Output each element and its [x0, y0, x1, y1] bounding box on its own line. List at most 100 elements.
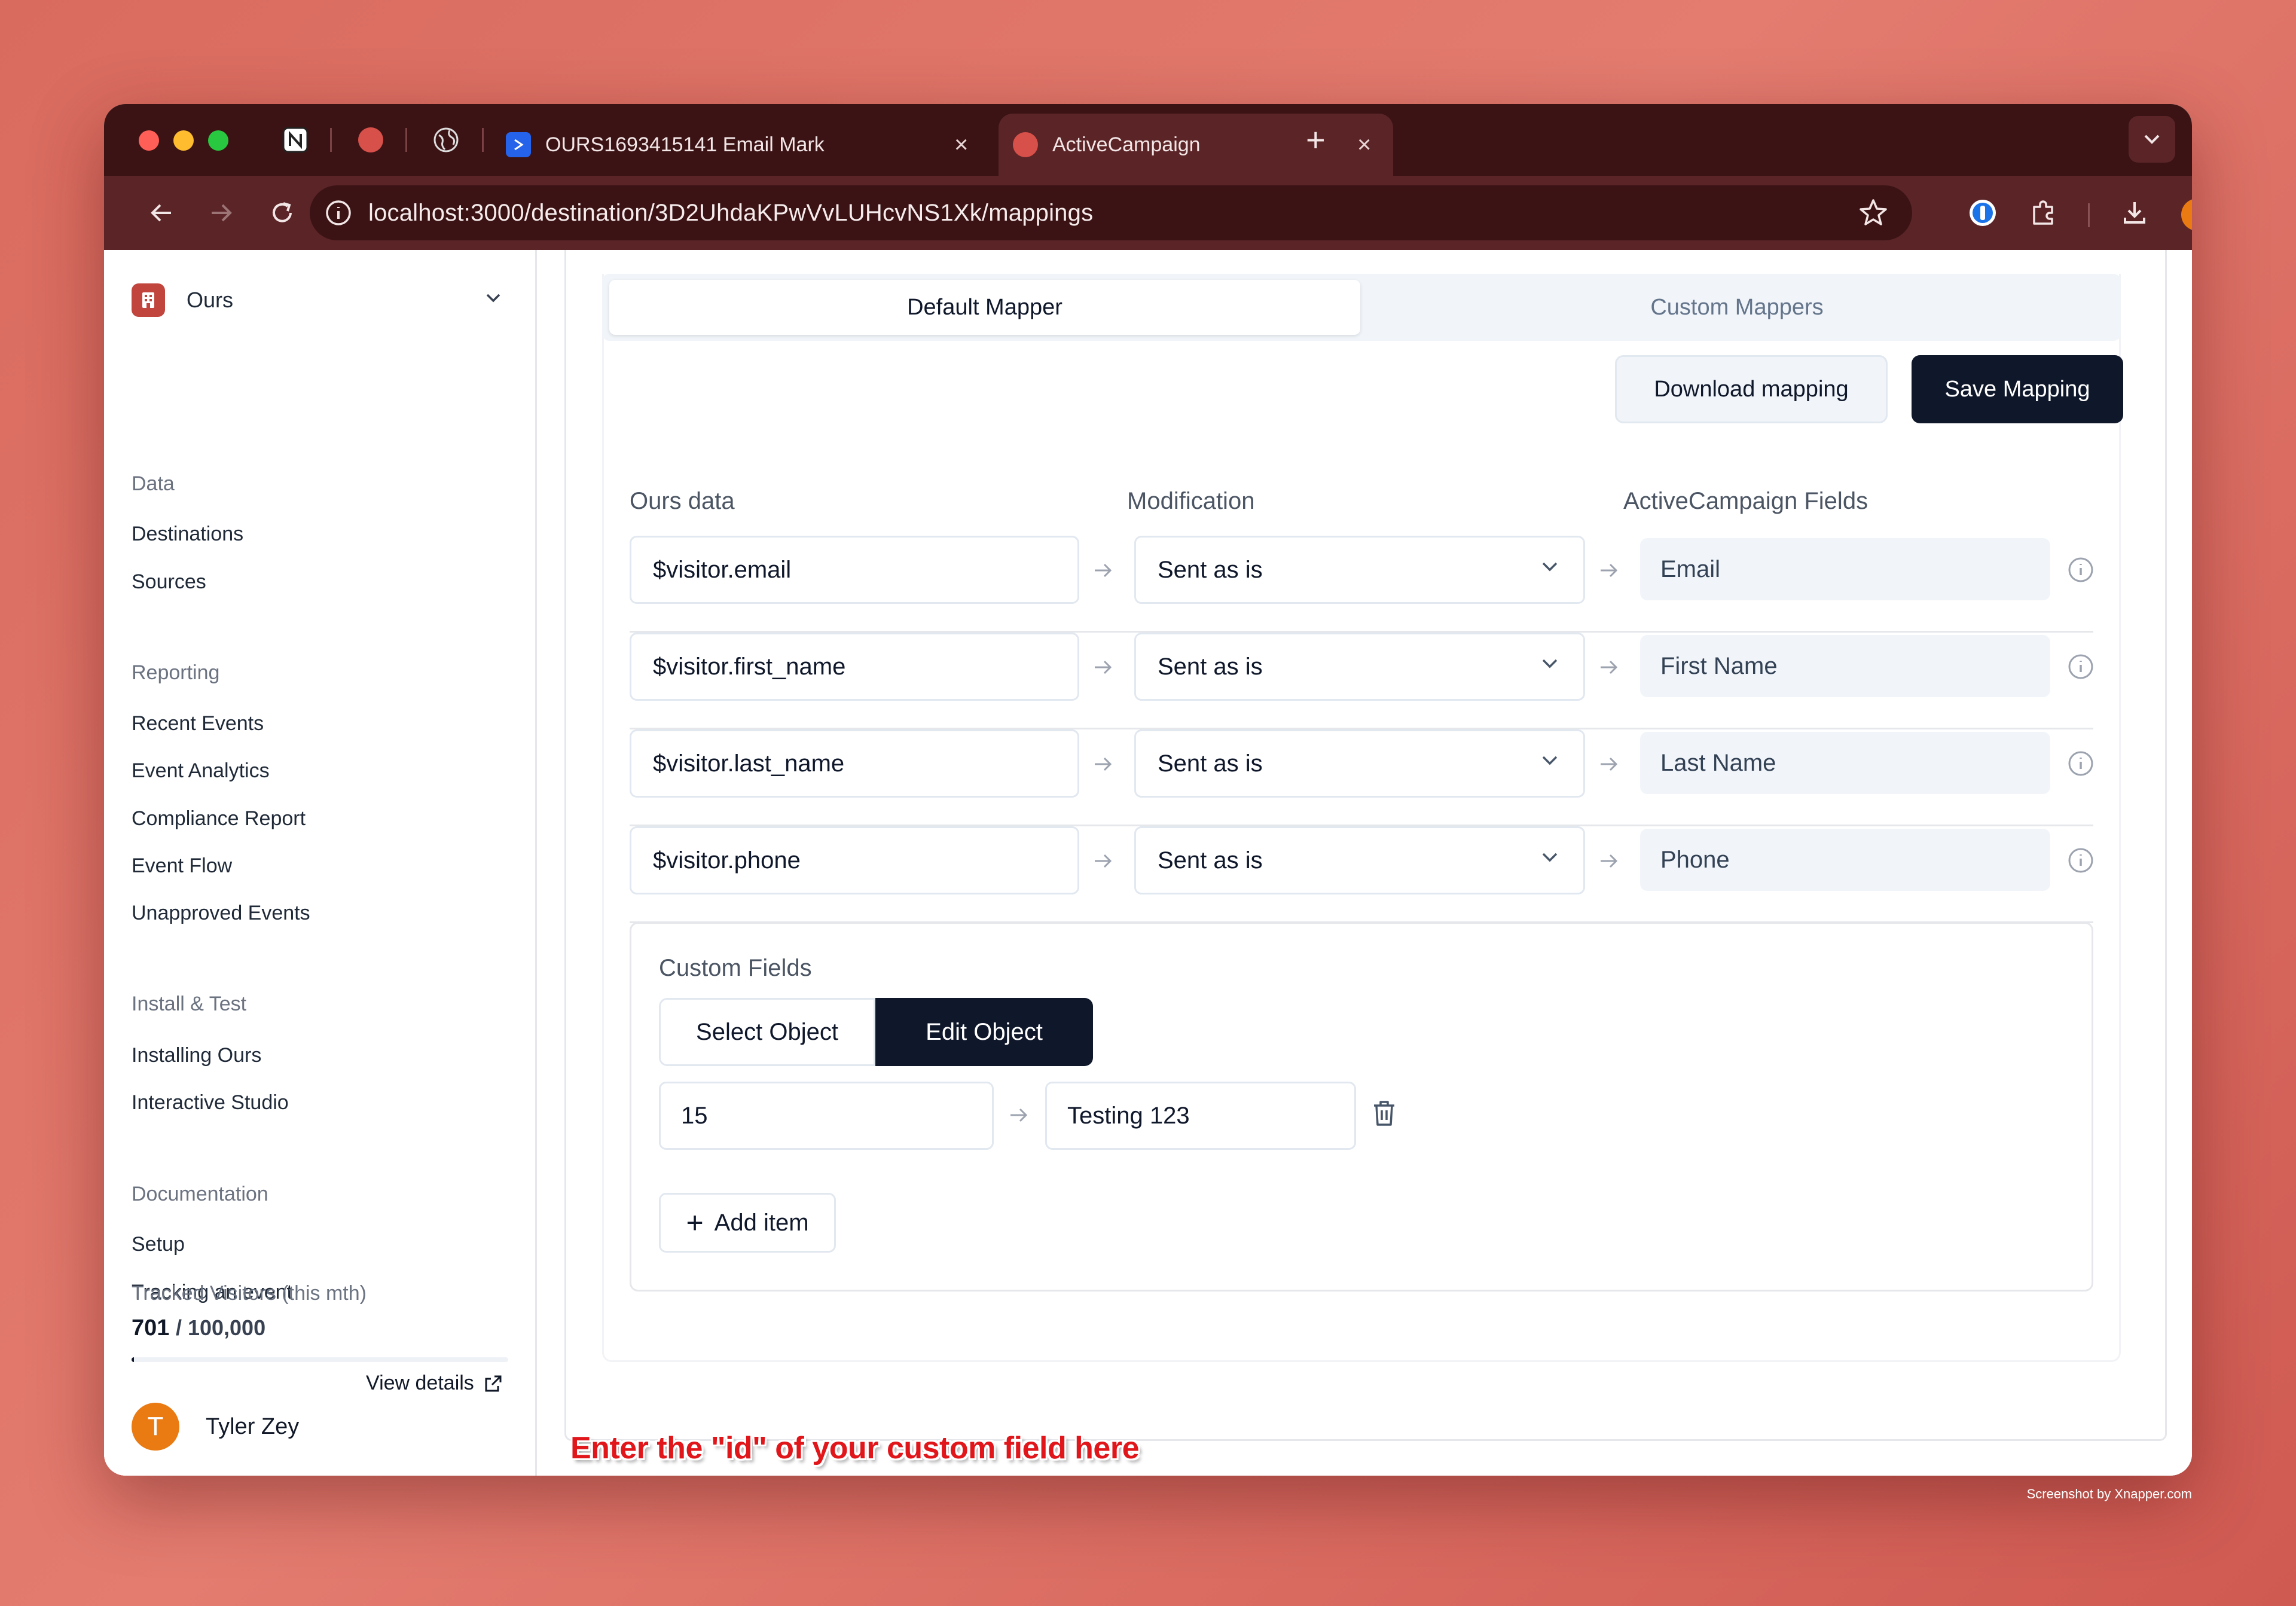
tab-search-button[interactable]	[2129, 116, 2175, 163]
close-tab-icon[interactable]: ×	[954, 132, 968, 158]
pinned-tab-notion[interactable]	[277, 122, 313, 158]
custom-fields-panel: Custom Fields Select Object Edit Object …	[630, 922, 2093, 1291]
modification-value: Sent as is	[1158, 750, 1263, 777]
info-icon[interactable]	[2067, 750, 2095, 777]
info-icon[interactable]	[2067, 556, 2095, 584]
red-circle-icon	[358, 127, 383, 152]
download-mapping-button[interactable]: Download mapping	[1615, 355, 1888, 423]
arrow-right-icon	[1596, 654, 1622, 680]
reload-button[interactable]	[263, 194, 301, 232]
chevron-down-icon[interactable]	[484, 292, 502, 307]
custom-fields-title: Custom Fields	[659, 955, 812, 981]
custom-field-value-input[interactable]: Testing 123	[1045, 1082, 1356, 1150]
profile-avatar[interactable]: T	[2181, 199, 2192, 231]
source-field-input[interactable]: $visitor.first_name	[630, 633, 1079, 701]
sidebar-item-setup[interactable]: Setup	[132, 1233, 185, 1256]
modification-select[interactable]: Sent as is	[1134, 536, 1585, 604]
view-details-label: View details	[366, 1372, 474, 1394]
modification-value: Sent as is	[1158, 847, 1263, 874]
destination-field: First Name	[1640, 635, 2050, 697]
minimize-window-button[interactable]	[173, 130, 194, 151]
sidebar-item-unapproved-events[interactable]: Unapproved Events	[132, 902, 310, 925]
modification-value: Sent as is	[1158, 556, 1263, 583]
sidebar-item-event-flow[interactable]: Event Flow	[132, 854, 232, 878]
pinned-tab-red[interactable]	[353, 122, 389, 158]
pinned-tab-globe[interactable]	[428, 122, 464, 158]
usage-current: 701	[132, 1315, 170, 1341]
tab-email-marketing[interactable]: OURS1693415141 Email Mark ×	[506, 114, 984, 176]
tab-default-mapper[interactable]: Default Mapper	[609, 280, 1360, 335]
chevron-down-icon	[2144, 135, 2160, 144]
arrow-right-icon	[1090, 751, 1116, 777]
new-tab-button[interactable]: +	[1306, 121, 1326, 159]
sidebar-item-compliance-report[interactable]: Compliance Report	[132, 807, 306, 831]
back-button[interactable]	[142, 194, 181, 232]
tab-custom-mappers[interactable]: Custom Mappers	[1361, 280, 2112, 335]
add-item-button[interactable]: + Add item	[659, 1193, 836, 1253]
destination-field: Email	[1640, 538, 2050, 600]
url-text: localhost:3000/destination/3D2UhdaKPwVvL…	[368, 199, 1094, 226]
source-field-input[interactable]: $visitor.last_name	[630, 729, 1079, 798]
custom-field-id-input[interactable]: 15	[659, 1082, 994, 1150]
trash-icon[interactable]	[1370, 1098, 1398, 1131]
column-header-modification: Modification	[1127, 488, 1255, 514]
sidebar-item-event-analytics[interactable]: Event Analytics	[132, 759, 270, 783]
site-info-icon[interactable]	[324, 199, 353, 227]
password-manager-icon[interactable]	[1964, 194, 2002, 232]
modification-value: Sent as is	[1158, 653, 1263, 680]
screenshot-credit: Screenshot by Xnapper.com	[2026, 1486, 2192, 1501]
tab-activecampaign[interactable]: ActiveCampaign ×	[999, 114, 1393, 176]
user-menu[interactable]: T Tyler Zey	[132, 1403, 299, 1451]
select-object-button[interactable]: Select Object	[659, 998, 875, 1066]
org-logo-icon	[132, 283, 165, 317]
edit-object-button[interactable]: Edit Object	[875, 998, 1093, 1066]
notion-icon	[282, 127, 309, 153]
source-field-input[interactable]: $visitor.phone	[630, 826, 1079, 894]
view-details-link[interactable]: View details	[366, 1372, 503, 1395]
forward-button[interactable]	[202, 194, 240, 232]
bookmark-star-icon[interactable]	[1858, 197, 1888, 230]
arrow-right-icon	[1596, 557, 1622, 584]
column-header-source: Ours data	[630, 488, 735, 514]
sidebar-item-interactive-studio[interactable]: Interactive Studio	[132, 1091, 289, 1115]
sidebar-item-sources[interactable]: Sources	[132, 570, 206, 594]
arrow-right-icon	[212, 204, 232, 222]
extensions-puzzle-icon[interactable]	[2025, 194, 2063, 232]
close-tab-icon[interactable]: ×	[1357, 132, 1371, 158]
info-icon[interactable]	[2067, 847, 2095, 874]
add-item-label: Add item	[714, 1209, 809, 1236]
modification-select[interactable]: Sent as is	[1134, 826, 1585, 894]
org-switcher[interactable]: Ours	[132, 283, 233, 317]
globe-icon	[433, 127, 459, 152]
chevron-down-icon	[1542, 659, 1558, 668]
downloads-icon[interactable]	[2115, 194, 2154, 232]
usage-progress-bar	[132, 1357, 508, 1362]
modification-select[interactable]: Sent as is	[1134, 729, 1585, 798]
maximize-window-button[interactable]	[208, 130, 228, 151]
external-link-icon	[485, 1375, 502, 1391]
save-mapping-button[interactable]: Save Mapping	[1912, 355, 2123, 423]
arrow-right-icon	[1596, 751, 1622, 777]
arrow-right-icon	[1596, 848, 1622, 874]
chevron-down-icon	[1542, 853, 1558, 862]
annotation-callout: Enter the "id" of your custom field here	[570, 1431, 1140, 1465]
page: Ours Data Destinations Sources Reporting…	[104, 250, 2192, 1476]
close-window-button[interactable]	[139, 130, 159, 151]
nav-section-data: Data	[132, 472, 175, 495]
sidebar-item-recent-events[interactable]: Recent Events	[132, 712, 264, 735]
sidebar-item-destinations[interactable]: Destinations	[132, 523, 243, 546]
address-bar[interactable]: localhost:3000/destination/3D2UhdaKPwVvL…	[310, 185, 1912, 240]
mapping-row: $visitor.first_name Sent as is First Nam…	[630, 633, 2093, 729]
sidebar-item-installing-ours[interactable]: Installing Ours	[132, 1044, 261, 1067]
source-field-input[interactable]: $visitor.email	[630, 536, 1079, 604]
mapping-row: $visitor.last_name Sent as is Last Name	[630, 729, 2093, 826]
info-icon[interactable]	[2067, 653, 2095, 680]
modification-select[interactable]: Sent as is	[1134, 633, 1585, 701]
arrow-left-icon	[151, 204, 171, 222]
sidebar: Ours Data Destinations Sources Reporting…	[104, 250, 537, 1476]
tab-favicon-icon	[506, 132, 531, 157]
tab-favicon-icon	[1013, 132, 1038, 157]
arrow-right-icon	[1090, 848, 1116, 874]
avatar: T	[132, 1403, 179, 1451]
usage-limit: / 100,000	[175, 1315, 266, 1340]
